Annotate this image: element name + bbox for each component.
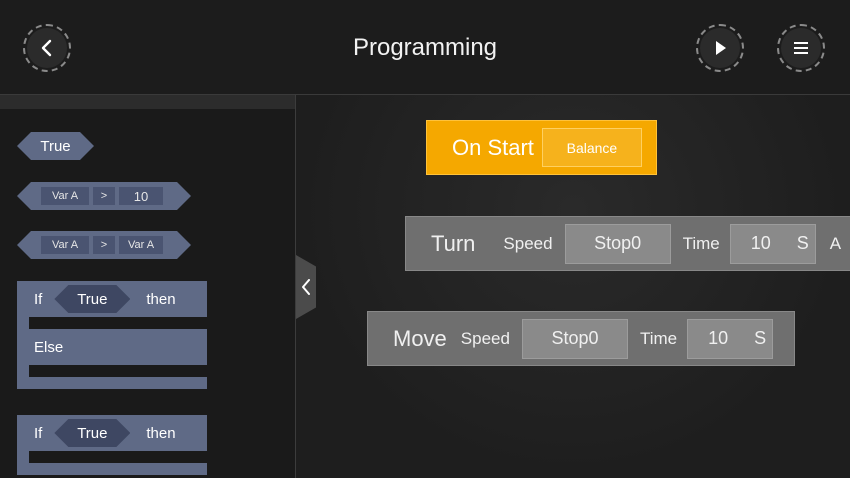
if-label: If (34, 290, 43, 308)
if-condition[interactable]: True (54, 285, 130, 313)
condition-label: True (77, 290, 108, 308)
compare-right-slot[interactable]: 10 (119, 187, 163, 205)
turn-label: Turn (431, 230, 476, 256)
block-palette: True Var A > 10 Var A > Var A If True th… (0, 95, 296, 478)
if-slot (29, 451, 207, 463)
palette-if-block[interactable]: If True then (17, 415, 207, 475)
if-condition[interactable]: True (54, 419, 130, 447)
palette-compare-block[interactable]: Var A > 10 (17, 182, 191, 210)
chevron-left-icon (302, 279, 310, 295)
time-unit: S (796, 233, 809, 253)
time-value: 10 (708, 328, 729, 348)
start-mode-select[interactable]: Balance (541, 128, 642, 167)
else-slot (29, 365, 207, 377)
compare-left-slot[interactable]: Var A (41, 187, 89, 205)
time-label: Time (682, 233, 720, 253)
compare-operator[interactable]: > (93, 236, 115, 254)
true-label: True (40, 137, 71, 155)
palette-if-else-block[interactable]: If True then Else (17, 281, 207, 389)
play-icon (716, 41, 726, 55)
time-label: Time (639, 328, 678, 348)
speed-label: Speed (503, 233, 553, 253)
if-slot (29, 317, 207, 329)
turn-extra-label: A (829, 233, 842, 253)
condition-label: True (77, 424, 108, 442)
move-time-input[interactable]: 10 S (687, 318, 774, 359)
move-speed-select[interactable]: Stop0 (521, 318, 628, 359)
turn-speed-select[interactable]: Stop0 (564, 223, 671, 264)
menu-icon (794, 42, 808, 54)
top-bar: Programming (0, 0, 850, 95)
move-label: Move (393, 325, 447, 351)
speed-label: Speed (460, 328, 510, 348)
time-value: 10 (750, 233, 771, 253)
on-start-block[interactable]: On Start Balance (426, 120, 657, 175)
on-start-label: On Start (452, 134, 534, 160)
turn-block[interactable]: Turn Speed Stop0 Time 10 S A (405, 216, 850, 271)
else-label: Else (34, 338, 64, 356)
compare-right-slot[interactable]: Var A (119, 236, 163, 254)
menu-button[interactable] (777, 24, 825, 72)
time-unit: S (754, 328, 767, 348)
compare-operator[interactable]: > (93, 187, 115, 205)
then-label: then (146, 290, 176, 308)
play-button[interactable] (696, 24, 744, 72)
move-block[interactable]: Move Speed Stop0 Time 10 S (367, 311, 795, 366)
palette-header (0, 95, 295, 109)
compare-left-slot[interactable]: Var A (41, 236, 89, 254)
palette-true-block[interactable]: True (17, 132, 94, 160)
if-label: If (34, 424, 43, 442)
then-label: then (146, 424, 176, 442)
palette-compare-var-block[interactable]: Var A > Var A (17, 231, 191, 259)
turn-time-input[interactable]: 10 S (729, 223, 816, 264)
